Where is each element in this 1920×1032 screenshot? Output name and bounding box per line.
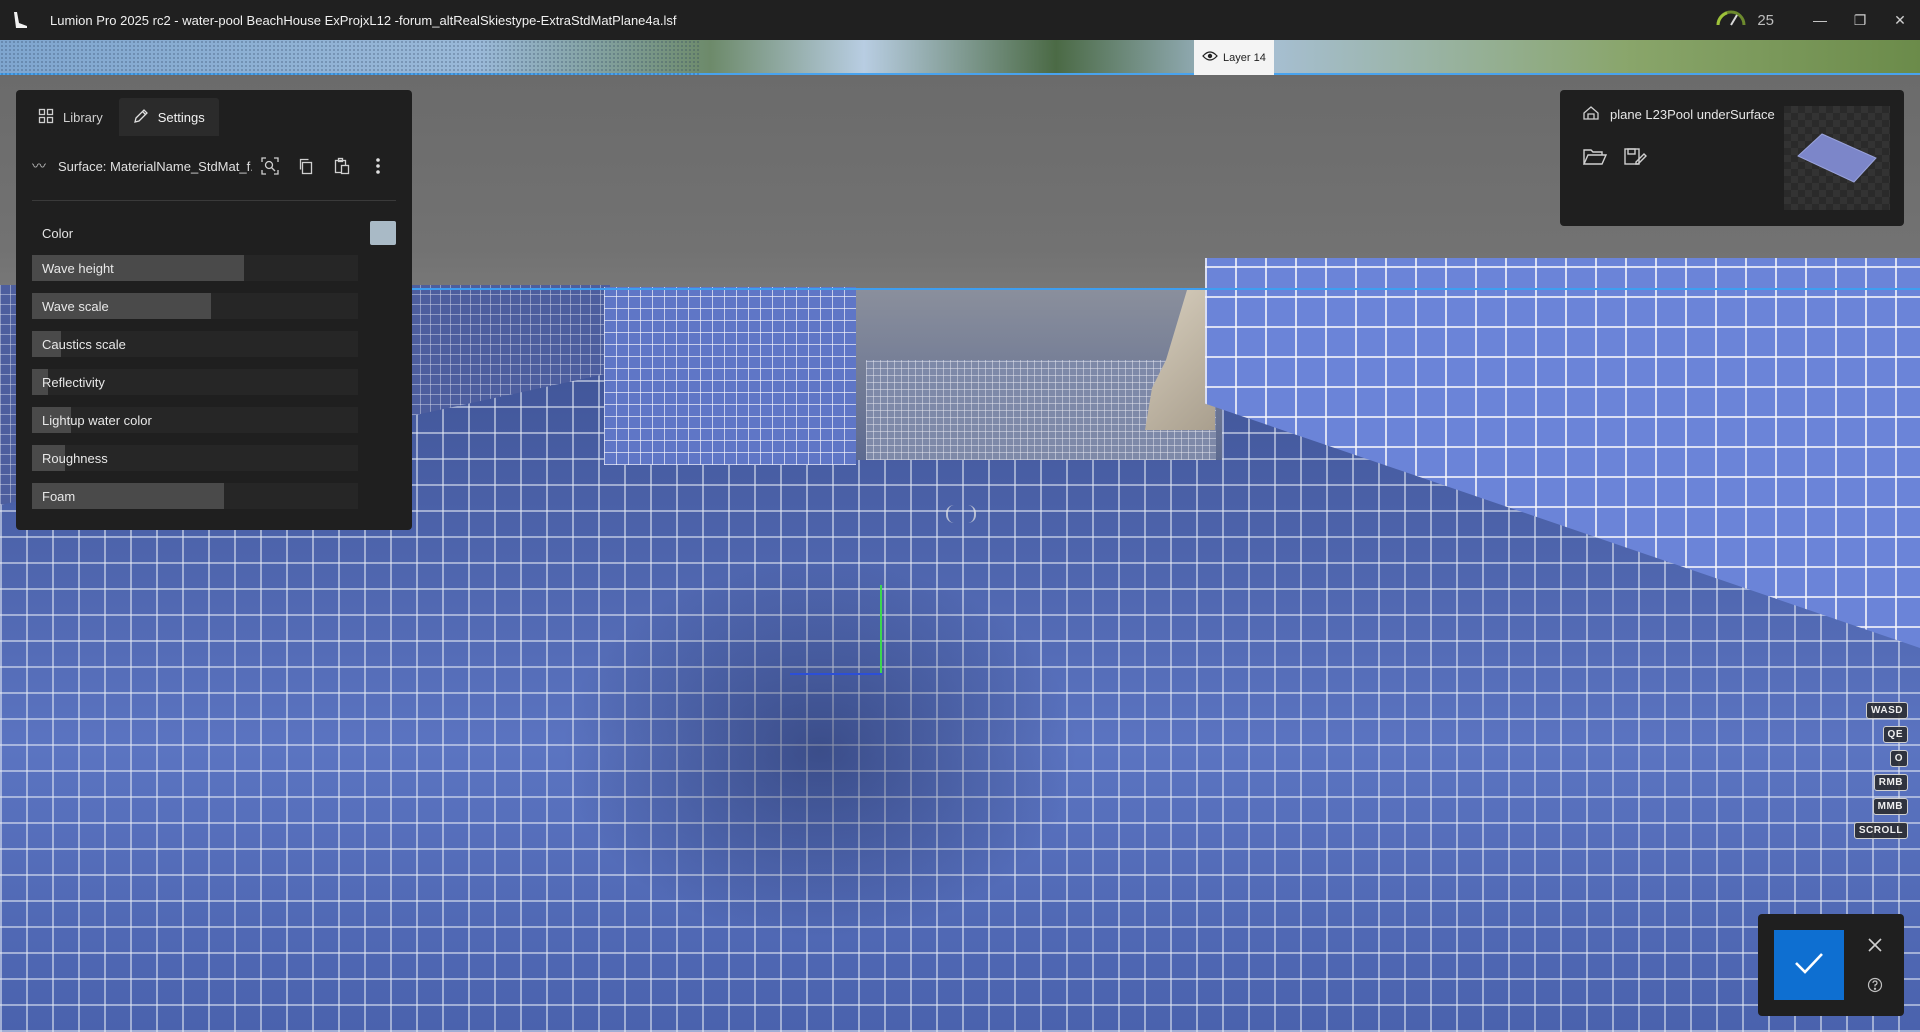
slider-label: Roughness	[42, 451, 108, 466]
tab-settings[interactable]: Settings	[118, 98, 219, 136]
gizmo-x-axis[interactable]	[790, 673, 882, 675]
shortcut-hints: WASD QE O RMB MMB SCROLL	[1853, 702, 1908, 839]
sky-background	[0, 40, 1920, 75]
window-title: Lumion Pro 2025 rc2 - water-pool BeachHo…	[50, 12, 677, 28]
slider-label: Lightup water color	[42, 413, 152, 428]
paste-material-button[interactable]	[324, 151, 360, 181]
confirm-button[interactable]	[1774, 930, 1844, 1000]
object-name-row: plane L23Pool underSurface	[1582, 104, 1775, 125]
pool-pillar	[604, 287, 856, 465]
confirm-panel	[1758, 914, 1904, 1016]
slider-label: Foam	[42, 489, 76, 504]
shortcut-hint: SCROLL	[1853, 822, 1908, 839]
slider-wave-scale[interactable]: Wave scale	[32, 293, 358, 319]
slider-caustics-scale[interactable]: Caustics scale	[32, 331, 358, 357]
slider-foam[interactable]: Foam	[32, 483, 358, 509]
slider-wave-height[interactable]: Wave height	[32, 255, 358, 281]
slider-roughness[interactable]: Roughness	[32, 445, 358, 471]
color-swatch[interactable]	[370, 221, 396, 245]
panel-tabs: Library Settings	[16, 90, 412, 136]
slider-label: Wave scale	[42, 299, 109, 314]
slider-reflectivity[interactable]: Reflectivity	[32, 369, 358, 395]
shortcut-hint: WASD	[1866, 702, 1908, 719]
water-wave-icon: 〰	[32, 158, 46, 174]
surface-label[interactable]: Surface: MaterialName_StdMat_f...	[58, 159, 252, 174]
lumion-logo-icon	[0, 0, 40, 40]
close-icon	[1868, 937, 1882, 957]
layer-indicator[interactable]: Layer 14	[1194, 40, 1274, 75]
open-folder-icon[interactable]	[1580, 144, 1610, 170]
checkmark-icon	[1794, 951, 1824, 980]
title-bar: Lumion Pro 2025 rc2 - water-pool BeachHo…	[0, 0, 1920, 40]
more-options-icon[interactable]	[360, 151, 396, 181]
color-label: Color	[42, 225, 74, 241]
slider-label: Caustics scale	[42, 337, 126, 352]
close-window-button[interactable]: ✕	[1880, 0, 1920, 40]
copy-material-button[interactable]	[288, 151, 324, 181]
pick-material-button[interactable]	[252, 151, 288, 181]
tab-library[interactable]: Library	[24, 98, 117, 136]
eye-icon	[1202, 50, 1218, 65]
center-reticle	[946, 505, 976, 523]
grid-icon	[38, 108, 54, 127]
save-material-icon[interactable]	[1620, 144, 1650, 170]
slider-label: Wave height	[42, 261, 114, 276]
minimize-button[interactable]: —	[1800, 0, 1840, 40]
surface-row: 〰 Surface: MaterialName_StdMat_f...	[32, 148, 396, 184]
gizmo-y-axis[interactable]	[880, 585, 882, 675]
color-row: Color	[32, 220, 396, 246]
tab-library-label: Library	[63, 109, 103, 125]
help-icon	[1867, 977, 1883, 998]
slider-label: Reflectivity	[42, 375, 105, 390]
performance-value: 25	[1757, 11, 1774, 29]
shortcut-hint: MMB	[1872, 798, 1908, 815]
restore-button[interactable]: ❐	[1840, 0, 1880, 40]
object-panel: plane L23Pool underSurface	[1560, 90, 1904, 226]
speedometer-icon	[1715, 9, 1747, 31]
help-button[interactable]	[1858, 970, 1892, 1004]
performance-indicator[interactable]: 25	[1715, 9, 1774, 31]
cancel-button[interactable]	[1858, 930, 1892, 964]
divider	[32, 200, 396, 201]
slider-lightup-water-color[interactable]: Lightup water color	[32, 407, 358, 433]
material-thumbnail[interactable]	[1784, 106, 1890, 210]
shortcut-hint: O	[1889, 750, 1908, 767]
layer-label: Layer 14	[1223, 51, 1266, 64]
water-plane-line	[340, 288, 1920, 290]
material-panel: Library Settings 〰 Surface: MaterialName…	[16, 90, 412, 530]
pencil-icon	[133, 108, 149, 127]
shortcut-hint: RMB	[1873, 774, 1908, 791]
tab-settings-label: Settings	[157, 109, 205, 125]
object-icon	[1582, 104, 1600, 125]
palm-shadow	[560, 560, 1080, 940]
object-name: plane L23Pool underSurface	[1610, 107, 1775, 122]
shortcut-hint: QE	[1882, 726, 1908, 743]
